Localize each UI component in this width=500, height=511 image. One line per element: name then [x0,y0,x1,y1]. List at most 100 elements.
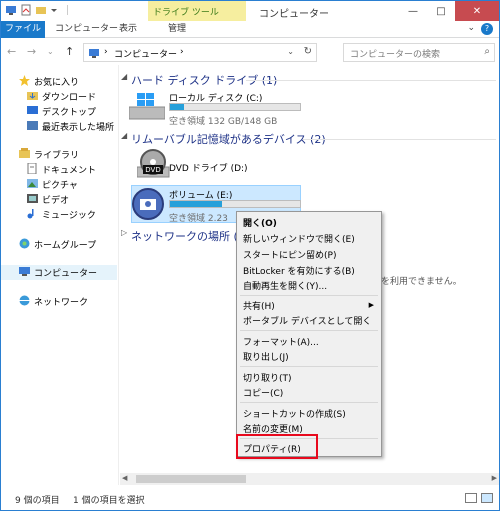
video-icon [27,193,38,204]
new-folder-icon[interactable] [35,4,47,16]
menu-separator [240,330,378,331]
menu-item-bitlocker[interactable]: BitLocker を有効にする(B) [243,264,355,277]
breadcrumb-separator: › [104,47,108,57]
ribbon-expand-icon[interactable]: ⌄ [467,23,475,33]
portable-device-icon [131,187,165,224]
collapse-icon: ◢ [121,131,128,140]
computer-icon [19,266,30,277]
menu-item-autoplay[interactable]: 自動再生を開く(Y)... [243,279,327,292]
details-view-icon[interactable] [465,493,477,503]
large-icons-view-icon[interactable] [481,493,493,503]
scroll-thumb[interactable] [136,475,246,483]
history-dropdown-icon[interactable]: ⌄ [47,47,54,56]
collapse-icon: ◢ [121,72,128,81]
nav-recent-places[interactable]: 最近表示した場所 [1,119,117,134]
context-tab-label: ドライブ ツール [153,8,219,18]
computer-icon [88,47,100,62]
dvd-drive-icon: DVD [136,149,171,184]
capacity-bar [169,200,301,208]
homegroup-icon [19,238,30,249]
tab-file[interactable]: ファイル [1,21,45,38]
nav-music[interactable]: ミュージック [1,207,117,222]
forward-button[interactable]: → [27,45,36,58]
computer-icon [5,4,17,16]
download-folder-icon [27,90,38,101]
group-divider [246,80,496,81]
address-dropdown-icon[interactable]: ⌄ [287,47,294,56]
maximize-button[interactable]: □ [427,1,455,21]
back-button[interactable]: ← [7,45,16,58]
nav-libraries[interactable]: ライブラリ [1,147,117,162]
properties-icon[interactable] [20,4,32,16]
view-toggle [465,493,493,506]
nav-desktop[interactable]: デスクトップ [1,104,117,119]
navigation-pane: お気に入り ダウンロード デスクトップ 最近表示した場所 ライブラリ ドキュメン… [1,65,119,485]
menu-item-format[interactable]: フォーマット(A)... [243,335,319,348]
library-icon [19,148,30,159]
horizontal-scrollbar[interactable]: ◀ ▶ [120,473,499,485]
menu-item-share[interactable]: 共有(H) [243,299,275,312]
desktop-icon [27,105,38,116]
tab-computer[interactable]: コンピューター [55,21,118,38]
nav-homegroup[interactable]: ホームグループ [1,237,117,252]
search-icon: ⌕ [484,46,490,57]
windows-drive-icon [128,93,166,126]
nav-videos[interactable]: ビデオ [1,192,117,207]
menu-item-portable-device[interactable]: ポータブル デバイスとして開く [243,314,371,327]
capacity-fill [170,104,185,110]
menu-separator [240,402,378,403]
network-icon [19,295,30,306]
menu-item-pin-start[interactable]: スタートにピン留め(P) [243,248,336,261]
dropdown-arrow-icon[interactable] [50,4,62,16]
separator-icon [65,4,77,16]
menu-item-copy[interactable]: コピー(C) [243,386,283,399]
capacity-bar [169,103,301,111]
group-divider [303,139,496,140]
scroll-right-icon[interactable]: ▶ [492,474,497,482]
menu-item-open[interactable]: 開く(O) [243,216,277,229]
drive-name: DVD ドライブ (D:) [169,164,248,174]
music-icon [27,208,38,219]
breadcrumb-separator: › [180,47,184,57]
nav-downloads[interactable]: ダウンロード [1,89,117,104]
window-controls: — □ ✕ [399,1,499,21]
refresh-icon[interactable]: ↻ [304,46,312,57]
drive-c[interactable]: ローカル ディスク (C:) 空き領域 132 GB/148 GB [128,87,309,127]
expand-icon: ▷ [121,228,128,237]
nav-pictures[interactable]: ピクチャ [1,177,117,192]
tab-view[interactable]: 表示 [119,21,137,38]
tab-manage[interactable]: 管理 [168,21,186,38]
quick-access-toolbar [5,4,77,16]
nav-favorites[interactable]: お気に入り [1,74,117,89]
properties-highlight-box [236,434,318,459]
menu-item-create-shortcut[interactable]: ショートカットの作成(S) [243,407,346,420]
window-title: コンピューター [259,9,329,20]
svg-text:DVD: DVD [145,166,160,174]
nav-computer[interactable]: コンピューター [1,265,117,280]
search-box[interactable]: コンピューターの検索 ⌕ [343,43,495,62]
drive-d[interactable]: DVD DVD ドライブ (D:) [129,147,309,181]
menu-item-cut[interactable]: 切り取り(T) [243,371,292,384]
menu-separator [240,366,378,367]
free-space-text: 空き領域 2.23 [169,214,228,224]
ribbon-tabs: ファイル コンピューター 表示 管理 ⌄ ? [1,21,499,38]
capacity-fill [170,201,222,207]
star-icon [19,75,30,86]
menu-item-eject[interactable]: 取り出し(J) [243,350,289,363]
nav-network[interactable]: ネットワーク [1,294,117,309]
partial-message-text: を利用できません。 [381,277,462,287]
address-bar[interactable]: › コンピューター › ⌄ ↻ [83,43,317,62]
menu-separator [240,295,378,296]
menu-item-open-new-window[interactable]: 新しいウィンドウで開く(E) [243,232,355,245]
submenu-arrow-icon: ▶ [368,301,374,309]
help-button[interactable]: ? [481,23,493,35]
selection-count: 1 個の項目を選択 [73,496,145,506]
close-button[interactable]: ✕ [455,1,499,21]
breadcrumb-computer[interactable]: コンピューター [114,47,177,60]
up-button[interactable]: ↑ [65,45,74,58]
nav-documents[interactable]: ドキュメント [1,162,117,177]
title-bar: コンピューター — □ ✕ [1,1,499,21]
search-placeholder: コンピューターの検索 [350,50,441,60]
scroll-left-icon[interactable]: ◀ [122,474,127,482]
minimize-button[interactable]: — [399,1,427,21]
